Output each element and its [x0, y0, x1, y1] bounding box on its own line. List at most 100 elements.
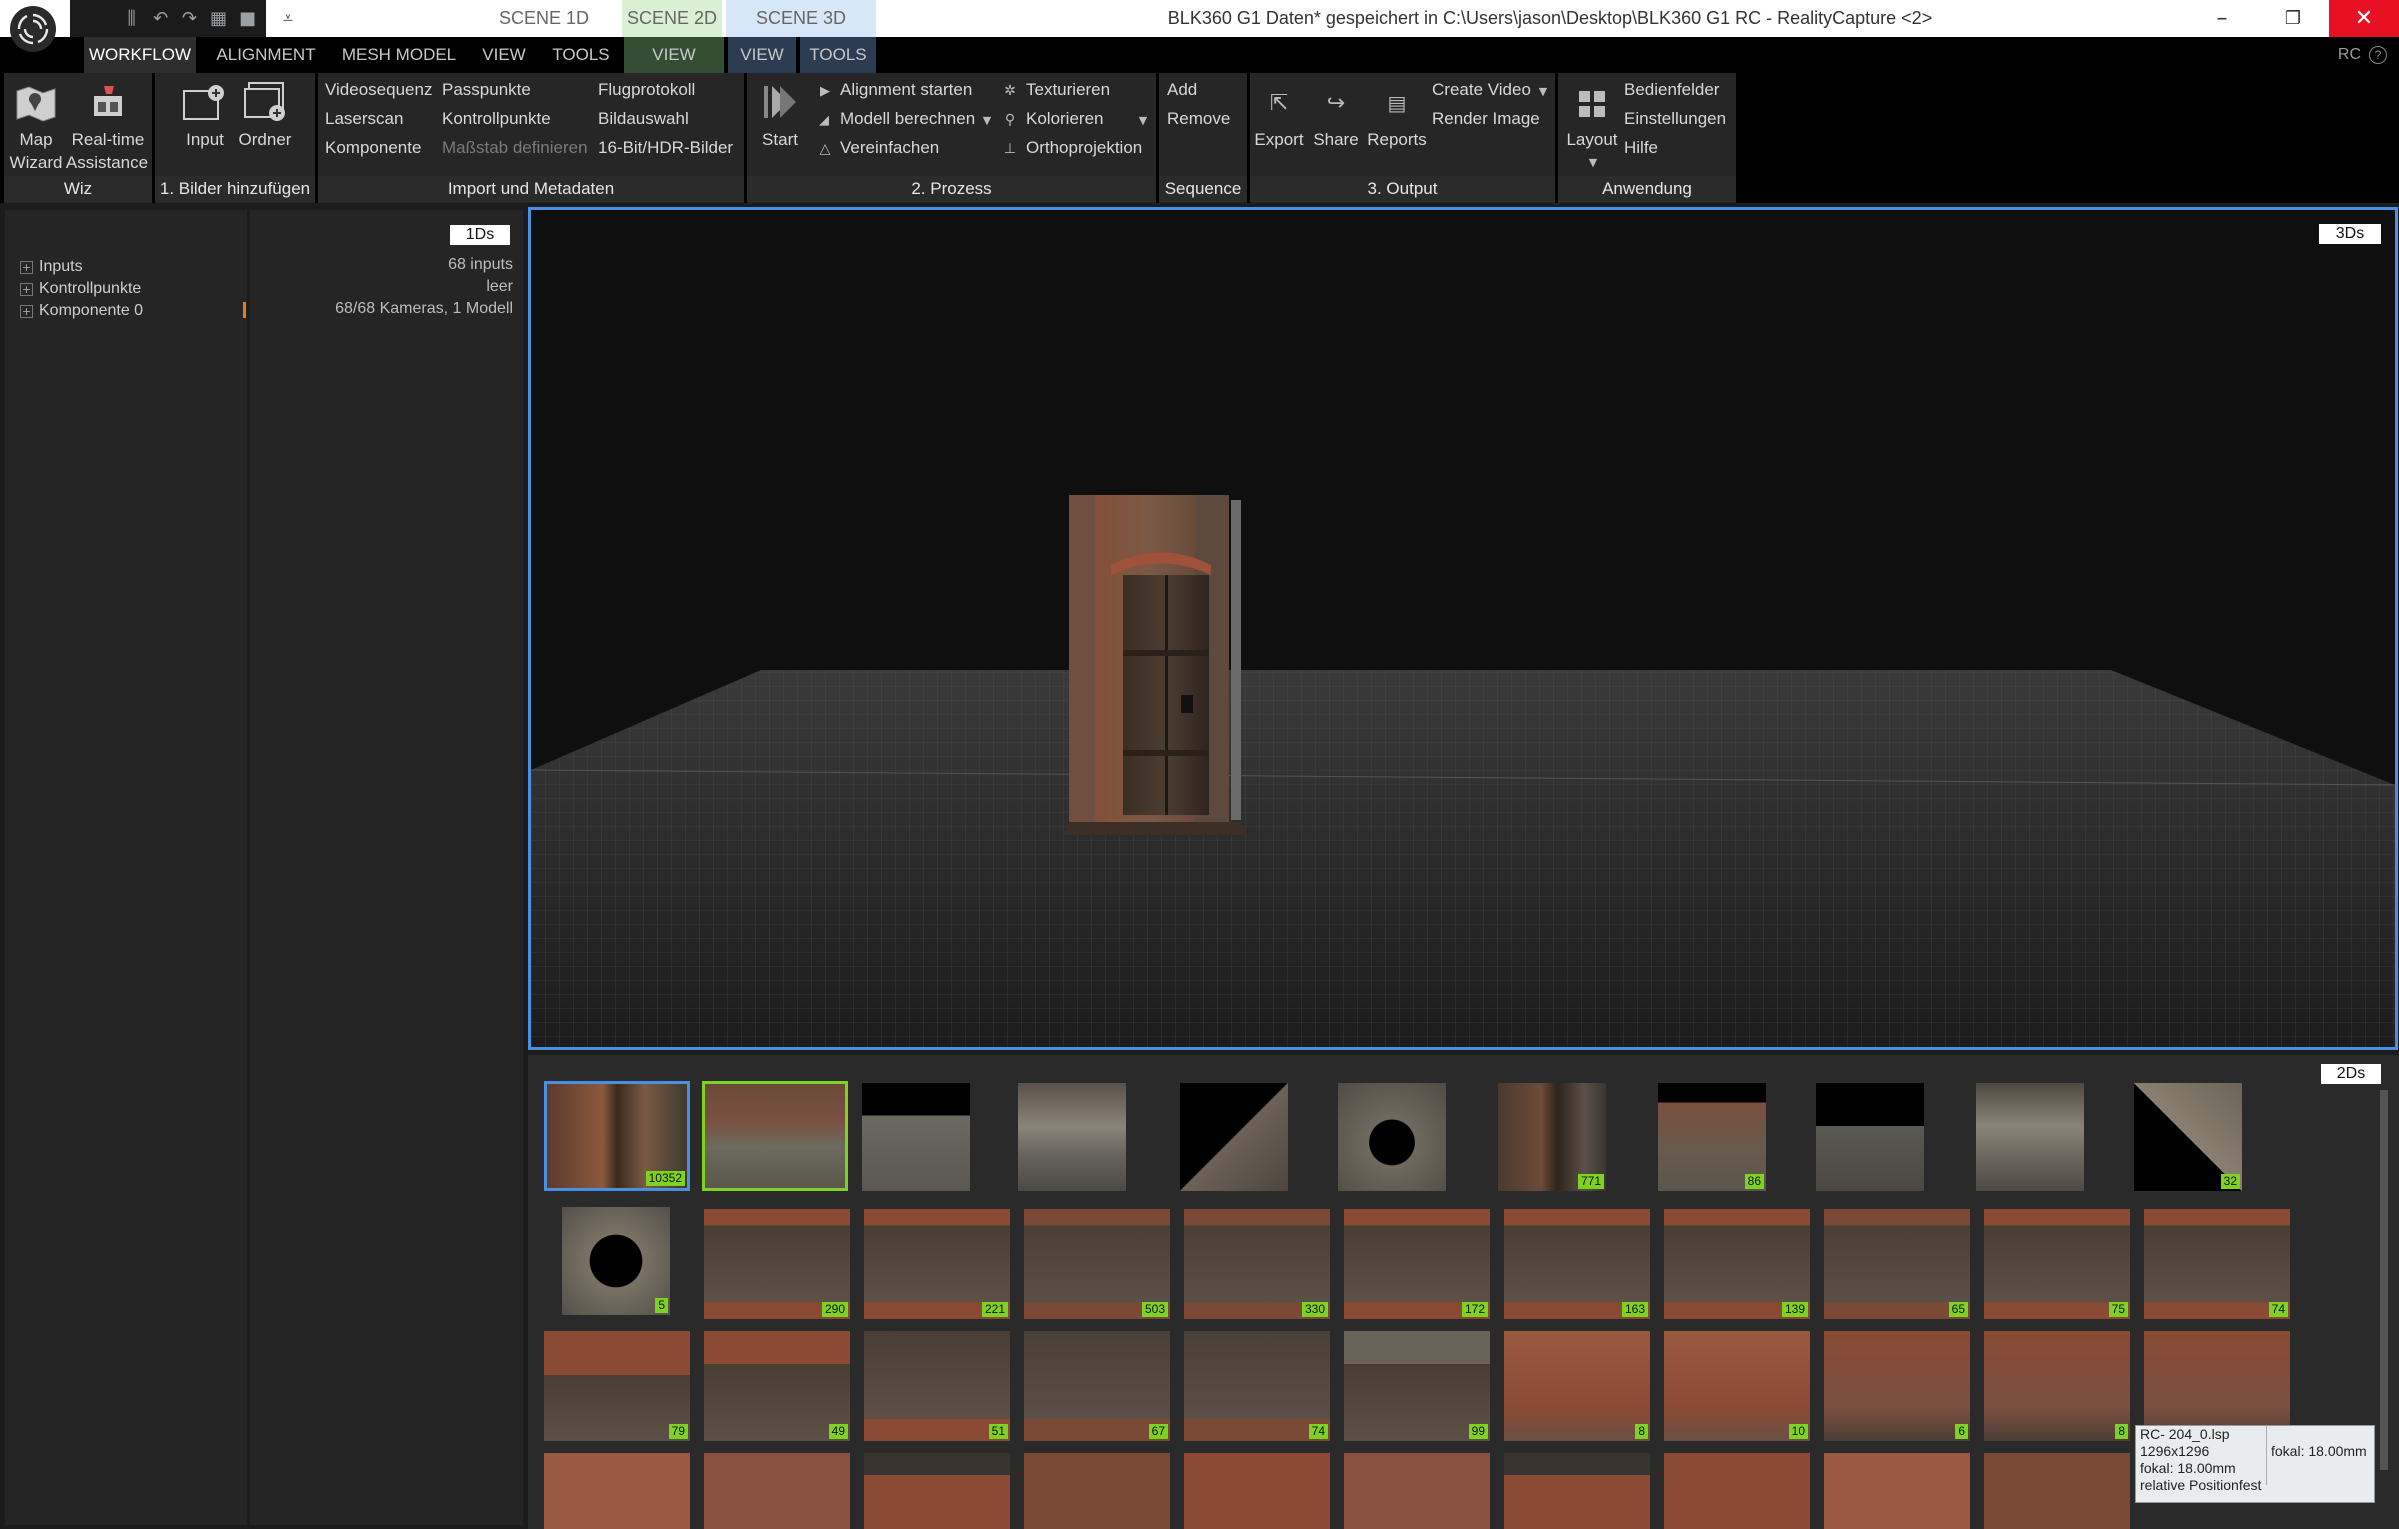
sequence-add-button[interactable]: Add [1167, 80, 1197, 100]
reports-icon[interactable]: ▤ [1382, 88, 1412, 118]
massstab-button[interactable]: Maßstab definieren [442, 138, 588, 158]
image-thumbnail[interactable] [1976, 1083, 2084, 1191]
tab-view[interactable]: VIEW [472, 37, 536, 73]
image-thumbnail[interactable]: 65 [1824, 1209, 1970, 1319]
create-video-dropdown-icon[interactable]: ▼ [1536, 82, 1550, 100]
tree-item-komponente[interactable]: + Komponente 0 [20, 300, 143, 322]
image-thumbnail[interactable]: 172 [1344, 1209, 1490, 1319]
komponente-button[interactable]: Komponente [325, 138, 421, 158]
compute-model-button[interactable]: Modell berechnen [840, 109, 975, 129]
start-button[interactable]: Start [754, 130, 806, 150]
image-thumbnail[interactable]: 74 [1184, 1331, 1330, 1441]
laserscan-button[interactable]: Laserscan [325, 109, 403, 129]
tab-alignment[interactable]: ALIGNMENT [206, 37, 326, 73]
layout-bars-icon[interactable]: ⫼ [119, 5, 144, 33]
2d-image-strip[interactable]: 2Ds 10352 771 86 32 5 290 221 503 330 17… [528, 1055, 2399, 1529]
image-thumbnail[interactable]: 771 [1498, 1083, 1606, 1191]
reports-button[interactable]: Reports [1364, 130, 1430, 150]
export-icon[interactable]: ⇱ [1264, 88, 1294, 118]
folder-images-icon[interactable] [240, 78, 290, 126]
image-thumbnail[interactable] [544, 1453, 690, 1529]
expand-icon[interactable]: + [20, 304, 33, 318]
image-thumbnail[interactable] [862, 1083, 970, 1191]
image-thumbnail[interactable] [1816, 1083, 1924, 1191]
image-thumbnail[interactable] [1824, 1453, 1970, 1529]
image-thumbnail[interactable]: 10352 [544, 1081, 690, 1191]
image-thumbnail[interactable]: 8 [1504, 1331, 1650, 1441]
image-thumbnail[interactable] [1344, 1453, 1490, 1529]
kontrollpunkte-button[interactable]: Kontrollpunkte [442, 109, 551, 129]
colorize-dropdown-icon[interactable]: ▼ [1136, 111, 1150, 129]
layout-dropdown-icon[interactable]: ▼ [1586, 155, 1600, 169]
tab-tools[interactable]: TOOLS [544, 37, 618, 73]
image-thumbnail[interactable]: 74 [2144, 1209, 2290, 1319]
settings-button[interactable]: Einstellungen [1624, 109, 1726, 129]
realtime-label[interactable]: Real-time [68, 130, 148, 150]
image-thumbnail[interactable]: 5 [562, 1207, 670, 1315]
image-thumbnail[interactable]: 67 [1024, 1331, 1170, 1441]
image-thumbnail[interactable]: 99 [1344, 1331, 1490, 1441]
colorize-button[interactable]: Kolorieren [1026, 109, 1104, 129]
redo-icon[interactable]: ↷ [177, 5, 202, 33]
alignment-start-button[interactable]: Alignment starten [840, 80, 972, 100]
stop-icon[interactable]: ■ [235, 5, 260, 33]
texturize-button[interactable]: Texturieren [1026, 80, 1110, 100]
image-thumbnail[interactable]: 6 [1824, 1331, 1970, 1441]
undo-icon[interactable]: ↶ [148, 5, 173, 33]
tab-scene3d-tools[interactable]: TOOLS [800, 37, 876, 73]
tree-item-inputs[interactable]: + Inputs [20, 256, 143, 278]
image-thumbnail[interactable]: 221 [864, 1209, 1010, 1319]
sequence-remove-button[interactable]: Remove [1167, 109, 1230, 129]
tab-scene-3d[interactable]: SCENE 3D [726, 0, 876, 37]
image-thumbnail[interactable]: 290 [704, 1209, 850, 1319]
image-thumbnail[interactable] [704, 1453, 850, 1529]
share-icon[interactable]: ↪ [1320, 88, 1352, 118]
image-thumbnail[interactable]: 79 [544, 1331, 690, 1441]
realtime-assistance-icon[interactable] [86, 82, 130, 126]
image-thumbnail[interactable]: 51 [864, 1331, 1010, 1441]
image-thumbnail[interactable]: 86 [1658, 1083, 1766, 1191]
minimize-button[interactable]: – [2187, 0, 2257, 37]
grid-icon[interactable]: ▦ [206, 5, 231, 33]
customize-toolbar-icon[interactable]: ⩡ [270, 0, 306, 37]
input-button[interactable]: Input [176, 130, 234, 150]
image-thumbnail[interactable]: 330 [1184, 1209, 1330, 1319]
app-logo-icon[interactable] [10, 6, 56, 52]
image-thumbnail[interactable]: 32 [2134, 1083, 2242, 1191]
layout-button[interactable]: Layout [1562, 130, 1622, 150]
image-thumbnail[interactable]: 75 [1984, 1209, 2130, 1319]
image-thumbnail[interactable]: 8 [1984, 1331, 2130, 1441]
tab-scene3d-view[interactable]: VIEW [728, 37, 796, 73]
compute-model-dropdown-icon[interactable]: ▼ [980, 111, 994, 129]
image-thumbnail[interactable] [1338, 1083, 1446, 1191]
expand-icon[interactable]: + [20, 282, 33, 296]
videosequenz-button[interactable]: Videosequenz [325, 80, 432, 100]
image-thumbnail[interactable]: 139 [1664, 1209, 1810, 1319]
folder-button[interactable]: Ordner [234, 130, 296, 150]
image-thumbnail[interactable] [1024, 1453, 1170, 1529]
image-thumbnail[interactable] [702, 1081, 848, 1191]
image-thumbnail[interactable]: 503 [1024, 1209, 1170, 1319]
panels-button[interactable]: Bedienfelder [1624, 80, 1719, 100]
create-video-button[interactable]: Create Video [1432, 80, 1531, 100]
image-thumbnail[interactable] [1184, 1453, 1330, 1529]
image-thumbnail[interactable] [1504, 1453, 1650, 1529]
assistance-label[interactable]: Assistance [64, 153, 150, 173]
tab-workflow[interactable]: WORKFLOW [84, 37, 196, 73]
image-thumbnail[interactable]: 163 [1504, 1209, 1650, 1319]
close-button[interactable]: ✕ [2329, 0, 2399, 37]
map-wizard-icon[interactable] [12, 80, 60, 126]
simplify-button[interactable]: Vereinfachen [840, 138, 939, 158]
image-thumbnail[interactable]: 49 [704, 1331, 850, 1441]
tree-item-kontrollpunkte[interactable]: + Kontrollpunkte [20, 278, 143, 300]
bildauswahl-button[interactable]: Bildauswahl [598, 109, 689, 129]
image-thumbnail[interactable] [864, 1453, 1010, 1529]
share-button[interactable]: Share [1310, 130, 1362, 150]
tab-scene-1d[interactable]: SCENE 1D [476, 0, 612, 37]
image-thumbnail[interactable] [1664, 1453, 1810, 1529]
hdr-images-button[interactable]: 16-Bit/HDR-Bilder [598, 138, 733, 158]
3d-viewport[interactable]: 3Ds [528, 207, 2398, 1050]
image-thumbnail[interactable]: 10 [1664, 1331, 1810, 1441]
help-button[interactable]: Hilfe [1624, 138, 1658, 158]
image-strip-scrollbar[interactable] [2380, 1090, 2388, 1470]
